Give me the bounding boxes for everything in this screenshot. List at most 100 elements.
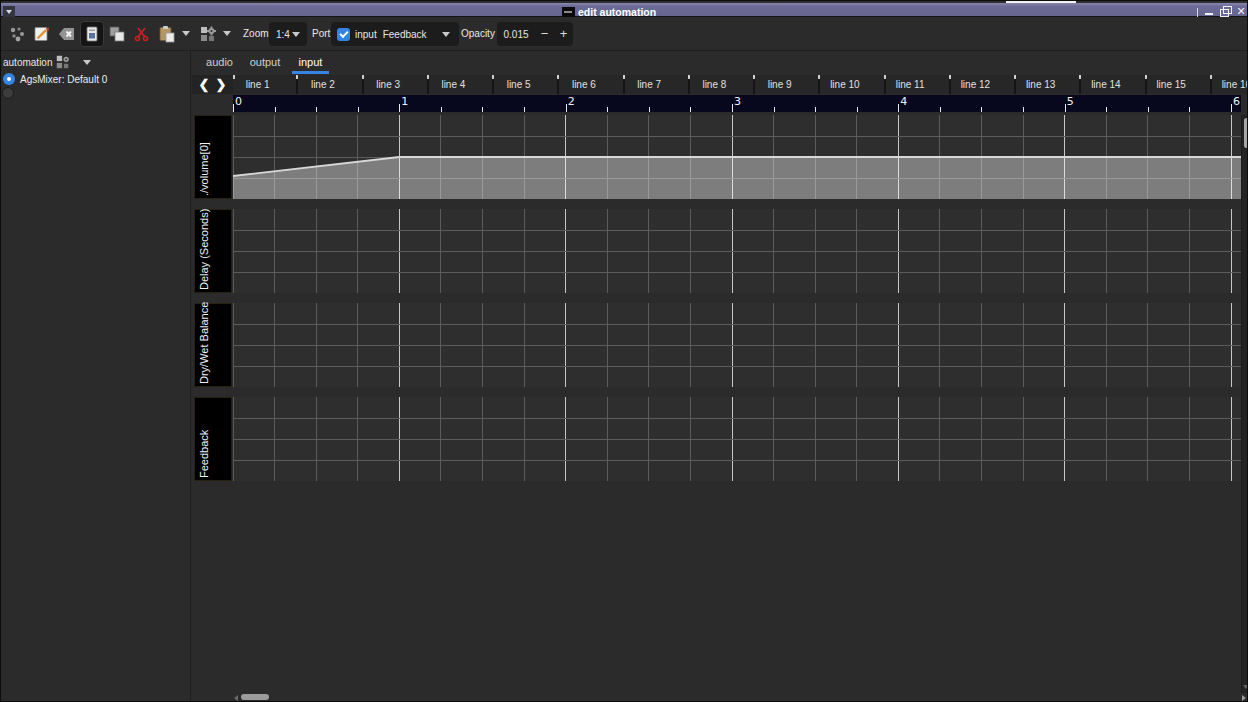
main-area: audiooutputinput ❮ ❯ line 1line 2line 3l… bbox=[192, 51, 1248, 701]
machine-radio-row[interactable]: AgsMixer: Default 0 bbox=[3, 73, 107, 85]
port-select[interactable]: input Feedback bbox=[331, 22, 459, 46]
line-header[interactable]: line 7 bbox=[625, 75, 690, 94]
edit-button[interactable] bbox=[30, 21, 54, 47]
line-header[interactable]: line 11 bbox=[886, 75, 951, 94]
line-header[interactable]: line 4 bbox=[429, 75, 494, 94]
vertical-scrollbar[interactable] bbox=[1241, 115, 1248, 693]
tab-audio[interactable]: audio bbox=[197, 51, 242, 74]
tool-icon bbox=[55, 54, 71, 70]
position-cursor-button[interactable] bbox=[5, 21, 29, 47]
tab-input[interactable]: input bbox=[288, 51, 333, 74]
port-name: Feedback bbox=[383, 29, 427, 40]
paste-button[interactable] bbox=[155, 21, 179, 47]
ruler-number: 4 bbox=[900, 95, 907, 108]
line-header[interactable]: line 14 bbox=[1081, 75, 1146, 94]
opacity-spinner[interactable]: 0.015 − + bbox=[497, 22, 573, 46]
zoom-select[interactable]: 1:4 bbox=[269, 22, 307, 46]
automation-edit-grid[interactable] bbox=[233, 115, 1241, 199]
port-label: Port bbox=[312, 17, 330, 51]
scroll-down-arrow-icon[interactable] bbox=[1243, 685, 1248, 689]
ruler-tick bbox=[482, 107, 483, 112]
line-header[interactable]: line 9 bbox=[755, 75, 820, 94]
tool-popup-button[interactable] bbox=[196, 21, 220, 47]
titlebar[interactable]: edit automation ✕ bbox=[1, 3, 1248, 17]
restore-button[interactable] bbox=[1219, 6, 1231, 17]
ruler-tick bbox=[732, 104, 733, 112]
machine-radio-row[interactable] bbox=[2, 87, 14, 99]
line-header[interactable]: line 16 bbox=[1212, 75, 1248, 94]
ruler-tick bbox=[898, 104, 899, 112]
close-button[interactable]: ✕ bbox=[1235, 5, 1247, 17]
horizontal-scrollbar-thumb[interactable] bbox=[241, 694, 269, 700]
ruler-number: 3 bbox=[734, 95, 741, 108]
ruler-tick bbox=[1065, 104, 1066, 112]
ruler-tick bbox=[940, 107, 941, 112]
nav-forward-button[interactable]: ❯ bbox=[216, 75, 227, 94]
select-icon bbox=[83, 25, 101, 43]
ruler-tick bbox=[441, 107, 442, 112]
tool-dropdown[interactable] bbox=[220, 21, 233, 47]
ruler-tick bbox=[981, 107, 982, 112]
ruler-number: 0 bbox=[235, 95, 242, 108]
sidebar: automation AgsMixer: Default 0 bbox=[1, 51, 191, 701]
automation-lane: ./volume[0] bbox=[194, 115, 1240, 199]
select-button[interactable] bbox=[80, 21, 104, 47]
ruler-tick bbox=[774, 107, 775, 112]
lane-label-text: ./volume[0] bbox=[198, 142, 210, 196]
line-header[interactable]: line 8 bbox=[690, 75, 755, 94]
chevron-down-icon bbox=[223, 31, 231, 36]
chevron-down-icon bbox=[6, 10, 12, 14]
line-header[interactable]: line 2 bbox=[298, 75, 363, 94]
machine-radio-unselected[interactable] bbox=[2, 87, 14, 99]
ruler-number: 1 bbox=[401, 95, 408, 108]
ruler-tick bbox=[1106, 107, 1107, 112]
lane-label: ./volume[0] bbox=[194, 115, 232, 199]
opacity-label: Opacity bbox=[461, 17, 495, 51]
cut-button[interactable] bbox=[130, 21, 154, 47]
ruler-tick bbox=[524, 107, 525, 112]
automation-edit-grid[interactable] bbox=[233, 303, 1241, 387]
line-header[interactable]: line 1 bbox=[233, 75, 298, 94]
automation-edit-grid[interactable] bbox=[233, 397, 1241, 481]
automation-edit-grid[interactable] bbox=[233, 209, 1241, 293]
nav-back-button[interactable]: ❮ bbox=[199, 75, 210, 94]
ruler-tick bbox=[857, 107, 858, 112]
lane-label: Dry/Wet Balance bbox=[194, 303, 232, 387]
position-cursor-icon bbox=[8, 25, 26, 43]
automation-label: automation bbox=[3, 57, 52, 68]
minimize-button[interactable] bbox=[1203, 6, 1215, 17]
lane-label-text: Delay (Seconds) bbox=[198, 209, 210, 290]
vertical-scrollbar-thumb[interactable] bbox=[1244, 118, 1248, 148]
chevron-down-icon[interactable] bbox=[83, 60, 91, 65]
line-header[interactable]: line 15 bbox=[1147, 75, 1212, 94]
chevron-down-icon bbox=[292, 32, 300, 37]
ruler-tick bbox=[690, 107, 691, 112]
ruler-tick bbox=[607, 107, 608, 112]
copy-button[interactable] bbox=[105, 21, 129, 47]
clear-icon bbox=[58, 25, 76, 43]
edit-tools-dropdown[interactable] bbox=[179, 21, 192, 47]
line-header[interactable]: line 13 bbox=[1016, 75, 1081, 94]
port-checkbox[interactable] bbox=[337, 28, 350, 41]
clear-button[interactable] bbox=[55, 21, 79, 47]
automation-grid-svg bbox=[233, 397, 1241, 481]
ruler-number: 6 bbox=[1233, 95, 1240, 108]
automation-lane: Delay (Seconds) bbox=[194, 209, 1240, 293]
port-scope: input bbox=[355, 29, 377, 40]
opacity-increment-button[interactable]: + bbox=[554, 22, 573, 46]
line-header[interactable]: line 12 bbox=[951, 75, 1016, 94]
line-header[interactable]: line 5 bbox=[494, 75, 559, 94]
ruler-tick bbox=[358, 107, 359, 112]
lane-label: Delay (Seconds) bbox=[194, 209, 232, 293]
edit-icon bbox=[33, 25, 51, 43]
lane-label-text: Dry/Wet Balance bbox=[198, 302, 210, 384]
opacity-decrement-button[interactable]: − bbox=[535, 22, 554, 46]
line-header[interactable]: line 10 bbox=[820, 75, 885, 94]
tool-icon bbox=[199, 25, 217, 43]
line-headers: line 1line 2line 3line 4line 5line 6line… bbox=[233, 75, 1248, 94]
tab-output[interactable]: output bbox=[242, 51, 288, 74]
machine-radio-selected[interactable] bbox=[3, 73, 15, 85]
line-header[interactable]: line 6 bbox=[559, 75, 624, 94]
chevron-down-icon bbox=[442, 32, 450, 37]
line-header[interactable]: line 3 bbox=[364, 75, 429, 94]
